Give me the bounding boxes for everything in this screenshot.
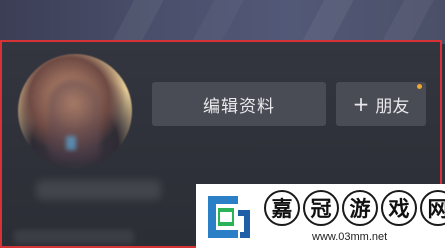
avatar-accent (66, 136, 76, 150)
edit-profile-label: 编辑资料 (203, 96, 275, 117)
avatar[interactable] (18, 54, 132, 168)
watermark-char: 游 (342, 190, 378, 226)
watermark-char: 网 (420, 190, 445, 226)
site-watermark: 嘉 冠 游 戏 网 www.03mm.net (196, 184, 445, 248)
blurred-user-id (14, 230, 134, 244)
watermark-char: 嘉 (264, 190, 300, 226)
watermark-char: 冠 (303, 190, 339, 226)
banner-decoration (288, 0, 358, 44)
watermark-url: www.03mm.net (312, 231, 388, 243)
plus-icon: + (352, 92, 370, 116)
banner-decoration (178, 0, 248, 44)
edit-profile-button[interactable]: 编辑资料 (152, 82, 326, 126)
banner-decoration (98, 0, 168, 44)
add-friend-label: 朋友 (375, 96, 410, 117)
blurred-username (36, 180, 161, 200)
watermark-char: 戏 (381, 190, 417, 226)
site-logo-icon (208, 196, 250, 238)
banner-decoration (368, 0, 438, 44)
watermark-title: 嘉 冠 游 戏 网 (264, 190, 445, 226)
add-friend-button[interactable]: + 朋友 (336, 82, 426, 126)
profile-banner (0, 0, 445, 44)
notification-dot (417, 84, 422, 89)
